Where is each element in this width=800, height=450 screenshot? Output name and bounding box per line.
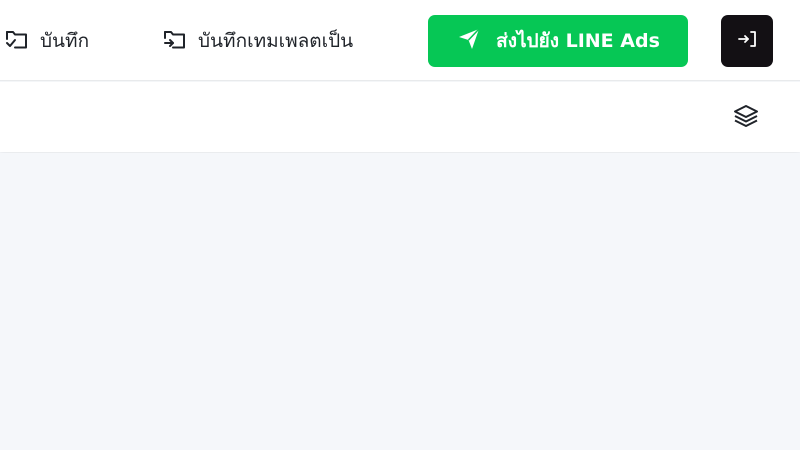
save-template-button[interactable]: บันทึกเทมเพลตเป็น — [162, 26, 353, 56]
send-to-line-ads-button[interactable]: ส่งไปยัง LINE Ads — [428, 15, 688, 67]
layers-icon — [732, 102, 760, 134]
exit-button[interactable] — [721, 15, 773, 67]
save-label: บันทึก — [40, 30, 90, 52]
send-label: ส่งไปยัง LINE Ads — [496, 30, 660, 52]
save-template-label: บันทึกเทมเพลตเป็น — [198, 30, 354, 52]
secondary-toolbar — [0, 82, 800, 152]
save-button[interactable]: บันทึก — [4, 26, 89, 56]
folder-check-icon — [4, 26, 30, 57]
layers-button[interactable] — [730, 102, 762, 134]
folder-move-icon — [162, 26, 188, 57]
send-icon — [456, 26, 482, 57]
top-toolbar: บันทึก บันทึกเทมเพลตเป็น ส่งไปยัง LINE A… — [0, 0, 800, 81]
editor-canvas[interactable] — [0, 153, 800, 450]
exit-arrow-icon — [735, 27, 759, 55]
